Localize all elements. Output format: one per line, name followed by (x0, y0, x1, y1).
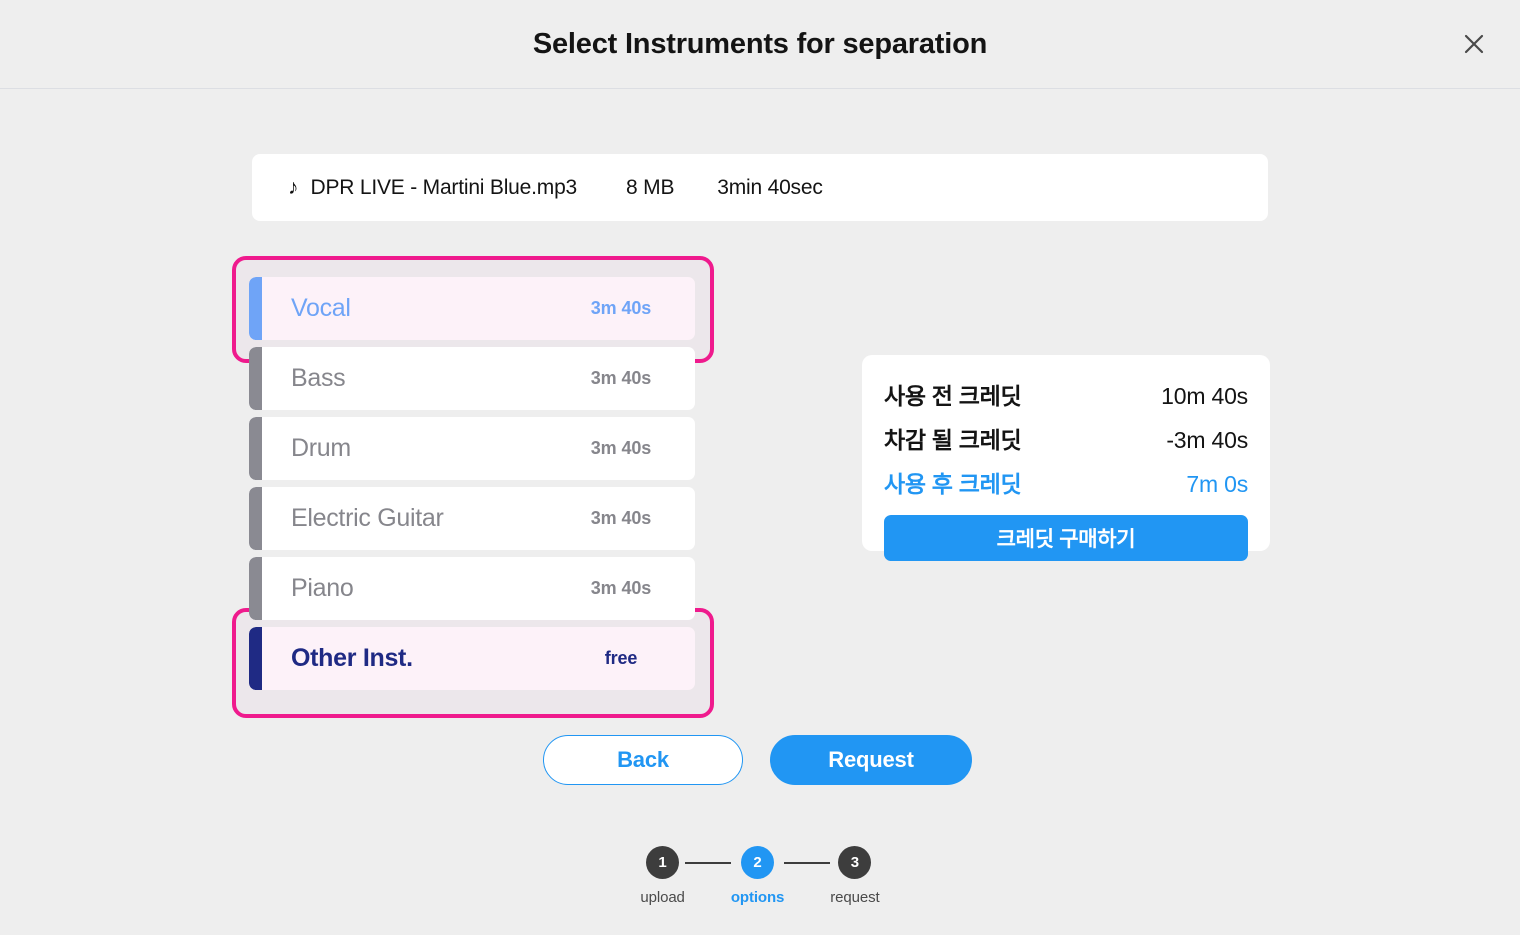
step-number: 2 (741, 846, 775, 879)
step-options[interactable]: 2 options (731, 846, 784, 906)
page-title: Select Instruments for separation (532, 27, 988, 60)
credit-deduct-label: 차감 될 크레딧 (884, 427, 1022, 453)
step-label: request (830, 889, 880, 906)
instrument-selection-modal: Select Instruments for separation ♪ DPR … (0, 0, 1520, 935)
instrument-label: Drum (291, 434, 351, 462)
instrument-accent-bar (249, 277, 262, 340)
instrument-row-piano[interactable]: Piano 3m 40s (249, 557, 695, 620)
instrument-label: Vocal (291, 294, 351, 322)
instrument-row-drum[interactable]: Drum 3m 40s (249, 417, 695, 480)
instrument-label: Piano (291, 574, 354, 602)
instrument-label: Electric Guitar (291, 504, 444, 532)
instrument-row-bass[interactable]: Bass 3m 40s (249, 347, 695, 410)
instrument-accent-bar (249, 487, 262, 550)
request-button[interactable]: Request (770, 735, 972, 785)
step-number: 1 (646, 846, 680, 879)
action-buttons: Back Request (543, 735, 972, 785)
instrument-duration: 3m 40s (590, 578, 652, 598)
instrument-row-electric-guitar[interactable]: Electric Guitar 3m 40s (249, 487, 695, 550)
step-label: upload (640, 889, 685, 906)
file-name: DPR LIVE - Martini Blue.mp3 (310, 175, 578, 199)
progress-stepper: 1 upload 2 options 3 request (0, 846, 1520, 906)
file-duration: 3min 40sec (717, 175, 823, 199)
credit-deduct-value: -3m 40s (1166, 427, 1248, 453)
instrument-accent-bar (249, 627, 262, 690)
instrument-price: free (604, 648, 638, 668)
instrument-accent-bar (249, 417, 262, 480)
back-button[interactable]: Back (543, 735, 743, 785)
instrument-duration: 3m 40s (590, 508, 652, 528)
instrument-label: Bass (291, 364, 346, 392)
instrument-list: Vocal 3m 40s Bass 3m 40s Drum 3m 40s Ele… (249, 277, 695, 697)
credit-after-label: 사용 후 크레딧 (884, 471, 1022, 497)
step-upload[interactable]: 1 upload (640, 846, 685, 906)
credit-row-deduct: 차감 될 크레딧 -3m 40s (884, 421, 1248, 455)
instrument-row-vocal[interactable]: Vocal 3m 40s (249, 277, 695, 340)
file-info-bar: ♪ DPR LIVE - Martini Blue.mp3 8 MB 3min … (252, 154, 1268, 221)
credit-row-after: 사용 후 크레딧 7m 0s (884, 465, 1248, 499)
instrument-accent-bar (249, 557, 262, 620)
file-size: 8 MB (626, 175, 675, 199)
instrument-duration: 3m 40s (590, 438, 652, 458)
instrument-label: Other Inst. (291, 644, 413, 672)
step-number: 3 (838, 846, 872, 879)
instrument-duration: 3m 40s (590, 298, 652, 318)
instrument-row-other-inst[interactable]: Other Inst. free (249, 627, 695, 690)
modal-header: Select Instruments for separation (0, 0, 1520, 89)
credit-row-before: 사용 전 크레딧 10m 40s (884, 377, 1248, 411)
buy-credit-button[interactable]: 크레딧 구매하기 (884, 515, 1248, 561)
credit-after-value: 7m 0s (1186, 471, 1248, 497)
step-connector (684, 862, 731, 864)
step-connector (784, 862, 831, 864)
credit-before-label: 사용 전 크레딧 (884, 383, 1022, 409)
music-note-icon: ♪ (288, 176, 299, 199)
close-icon[interactable] (1452, 22, 1496, 66)
step-request[interactable]: 3 request (830, 846, 880, 906)
credit-before-value: 10m 40s (1161, 383, 1248, 409)
instrument-accent-bar (249, 347, 262, 410)
credit-summary-panel: 사용 전 크레딧 10m 40s 차감 될 크레딧 -3m 40s 사용 후 크… (862, 355, 1270, 561)
step-label: options (730, 889, 785, 906)
instrument-duration: 3m 40s (590, 368, 652, 388)
